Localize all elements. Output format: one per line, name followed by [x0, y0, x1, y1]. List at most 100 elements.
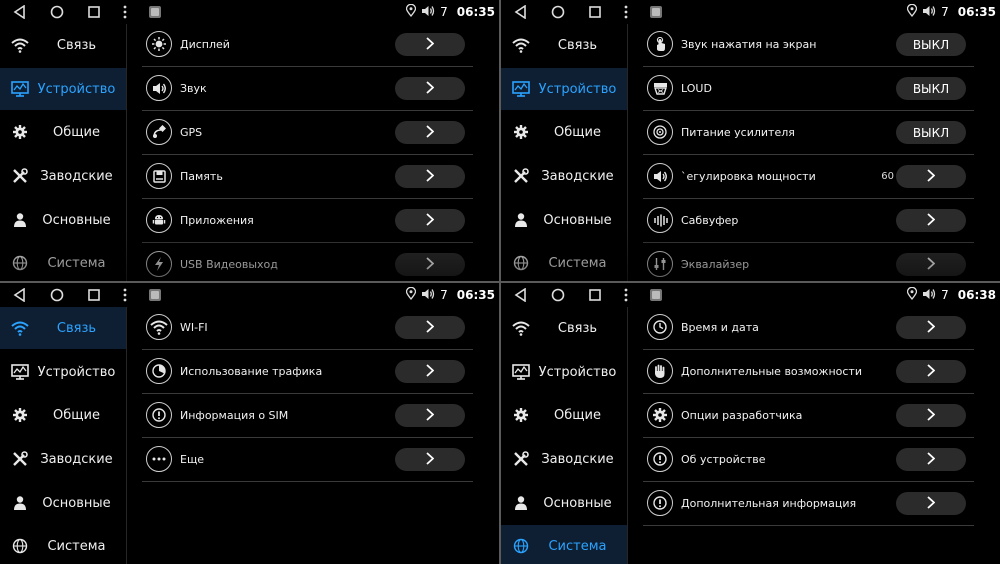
- settings-row[interactable]: Эквалайзер: [643, 244, 974, 281]
- sidebar-item-5[interactable]: Система: [501, 242, 628, 281]
- sidebar-item-1[interactable]: Устройство: [501, 68, 628, 110]
- toggle-button[interactable]: ВЫКЛ: [896, 77, 966, 100]
- sidebar-item-2[interactable]: Общие: [0, 111, 127, 153]
- app-notification-icon[interactable]: [145, 285, 165, 305]
- recent-apps-icon[interactable]: [585, 285, 605, 305]
- toggle-button[interactable]: ВЫКЛ: [896, 33, 966, 56]
- open-button[interactable]: [896, 360, 966, 383]
- open-button[interactable]: [395, 77, 465, 100]
- volume-icon[interactable]: [421, 5, 435, 20]
- settings-row[interactable]: Использование трафика: [142, 351, 473, 394]
- app-notification-icon[interactable]: [646, 285, 666, 305]
- open-button[interactable]: [395, 448, 465, 471]
- more-vert-icon[interactable]: [120, 285, 130, 305]
- settings-row[interactable]: LOUD ВЫКЛ: [643, 68, 974, 111]
- open-button[interactable]: [395, 316, 465, 339]
- settings-row-label: Об устройстве: [681, 453, 766, 466]
- settings-row-label: Память: [180, 170, 223, 183]
- sidebar-item-1[interactable]: Устройство: [501, 351, 628, 393]
- settings-row-label: Дополнительные возможности: [681, 365, 862, 378]
- back-icon[interactable]: [511, 2, 531, 22]
- sidebar-item-3[interactable]: Заводские: [501, 438, 628, 480]
- settings-row[interactable]: Информация о SIM: [142, 395, 473, 438]
- user-icon: [10, 210, 30, 230]
- back-icon[interactable]: [511, 285, 531, 305]
- sidebar-item-0[interactable]: Связь: [0, 307, 127, 349]
- more-vert-icon[interactable]: [621, 285, 631, 305]
- home-icon[interactable]: [548, 285, 568, 305]
- sidebar-item-2[interactable]: Общие: [501, 111, 628, 153]
- toggle-button[interactable]: ВЫКЛ: [896, 121, 966, 144]
- settings-row[interactable]: Звук: [142, 68, 473, 111]
- open-button[interactable]: [395, 165, 465, 188]
- sidebar-item-4[interactable]: Основные: [501, 482, 628, 524]
- sidebar-item-2[interactable]: Общие: [0, 394, 127, 436]
- home-icon[interactable]: [548, 2, 568, 22]
- sidebar-item-3[interactable]: Заводские: [0, 438, 127, 480]
- volume-icon[interactable]: [922, 288, 936, 303]
- recent-apps-icon[interactable]: [84, 2, 104, 22]
- sidebar-item-5[interactable]: Система: [0, 242, 127, 281]
- status-bar: 7 06:35: [0, 283, 499, 307]
- settings-row-label: Сабвуфер: [681, 214, 739, 227]
- open-button[interactable]: [395, 209, 465, 232]
- sidebar-item-4[interactable]: Основные: [501, 199, 628, 241]
- home-icon[interactable]: [47, 285, 67, 305]
- open-button[interactable]: [395, 404, 465, 427]
- settings-row[interactable]: Еще: [142, 439, 473, 482]
- sidebar-item-3[interactable]: Заводские: [0, 155, 127, 197]
- back-icon[interactable]: [10, 2, 30, 22]
- settings-panel-2: 7 06:35 Связь Устройство Общие Заводские Основ…: [501, 0, 1000, 281]
- settings-row[interactable]: Дополнительная информация: [643, 483, 974, 526]
- sidebar-item-0[interactable]: Связь: [501, 24, 628, 66]
- settings-row[interactable]: Дополнительные возможности: [643, 351, 974, 394]
- open-button[interactable]: [896, 209, 966, 232]
- globe-icon: [10, 253, 30, 273]
- settings-row[interactable]: Приложения: [142, 200, 473, 243]
- open-button[interactable]: [896, 253, 966, 276]
- open-button[interactable]: [896, 448, 966, 471]
- open-button[interactable]: [395, 253, 465, 276]
- open-button[interactable]: [395, 121, 465, 144]
- open-button[interactable]: [896, 316, 966, 339]
- recent-apps-icon[interactable]: [585, 2, 605, 22]
- open-button[interactable]: [896, 165, 966, 188]
- volume-icon[interactable]: [922, 5, 936, 20]
- app-notification-icon[interactable]: [646, 2, 666, 22]
- settings-row[interactable]: Время и дата: [643, 307, 974, 350]
- open-button[interactable]: [395, 360, 465, 383]
- sidebar-item-0[interactable]: Связь: [0, 24, 127, 66]
- settings-row[interactable]: Сабвуфер: [643, 200, 974, 243]
- settings-row[interactable]: Звук нажатия на экран ВЫКЛ: [643, 24, 974, 67]
- sidebar-item-3[interactable]: Заводские: [501, 155, 628, 197]
- open-button[interactable]: [395, 33, 465, 56]
- sidebar-item-4[interactable]: Основные: [0, 199, 127, 241]
- sidebar-item-1[interactable]: Устройство: [0, 351, 127, 393]
- sidebar-item-2[interactable]: Общие: [501, 394, 628, 436]
- app-notification-icon[interactable]: [145, 2, 165, 22]
- settings-row[interactable]: Опции разработчика: [643, 395, 974, 438]
- settings-row[interactable]: Об устройстве: [643, 439, 974, 482]
- more-vert-icon[interactable]: [621, 2, 631, 22]
- settings-row[interactable]: GPS: [142, 112, 473, 155]
- chevron-right-icon: [927, 495, 936, 512]
- back-icon[interactable]: [10, 285, 30, 305]
- sidebar-item-1[interactable]: Устройство: [0, 68, 127, 110]
- settings-row[interactable]: Дисплей: [142, 24, 473, 67]
- sidebar-item-4[interactable]: Основные: [0, 482, 127, 524]
- home-icon[interactable]: [47, 2, 67, 22]
- settings-row[interactable]: Питание усилителя ВЫКЛ: [643, 112, 974, 155]
- settings-row[interactable]: WI-FI: [142, 307, 473, 350]
- open-button[interactable]: [896, 404, 966, 427]
- settings-row[interactable]: `егулировка мощности 60: [643, 156, 974, 199]
- sidebar-item-0[interactable]: Связь: [501, 307, 628, 349]
- settings-row[interactable]: Память: [142, 156, 473, 199]
- bolt-icon: [146, 251, 172, 277]
- open-button[interactable]: [896, 492, 966, 515]
- volume-icon[interactable]: [421, 288, 435, 303]
- more-vert-icon[interactable]: [120, 2, 130, 22]
- recent-apps-icon[interactable]: [84, 285, 104, 305]
- sidebar-item-5[interactable]: Система: [0, 525, 127, 564]
- sidebar-item-5[interactable]: Система: [501, 525, 628, 564]
- settings-row[interactable]: USB Видеовыход: [142, 244, 473, 281]
